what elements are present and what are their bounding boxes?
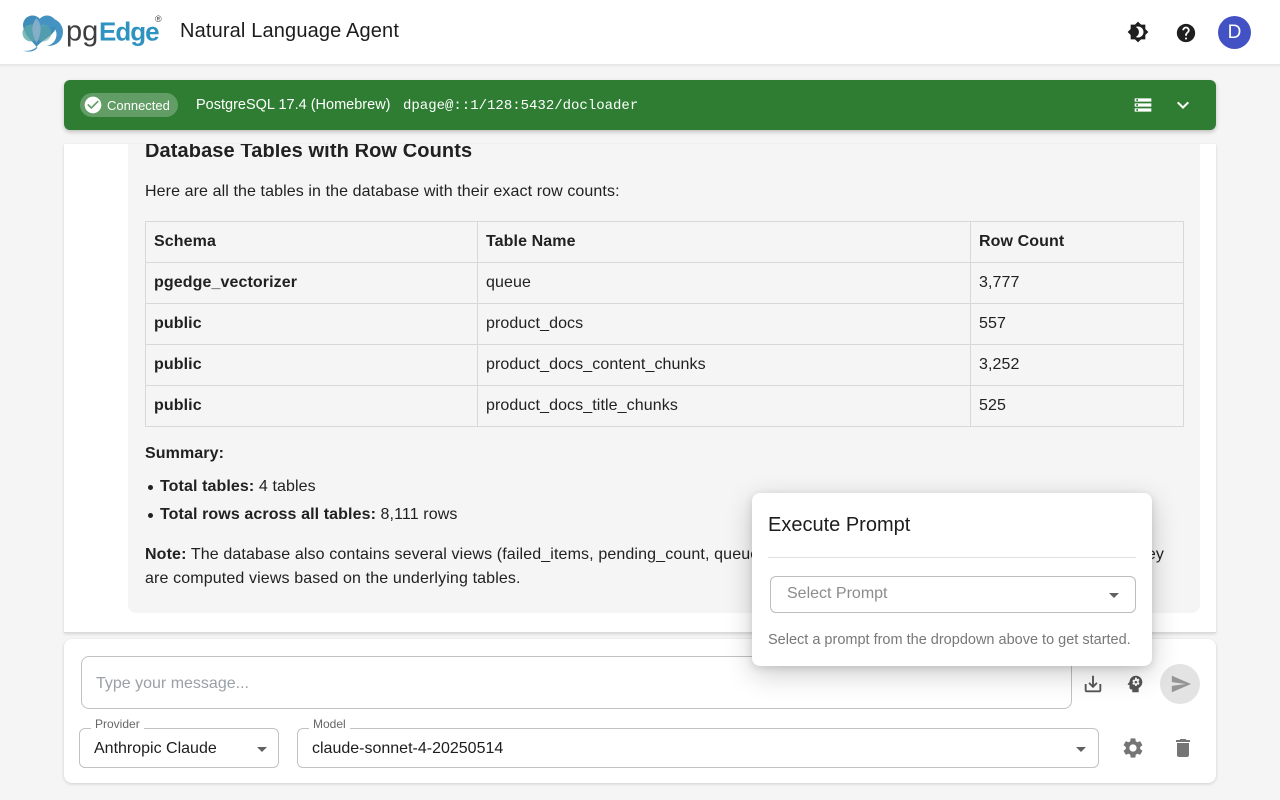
svg-text:Edge: Edge bbox=[99, 17, 159, 47]
svg-text:pg: pg bbox=[66, 16, 98, 48]
svg-text:®: ® bbox=[155, 14, 162, 24]
